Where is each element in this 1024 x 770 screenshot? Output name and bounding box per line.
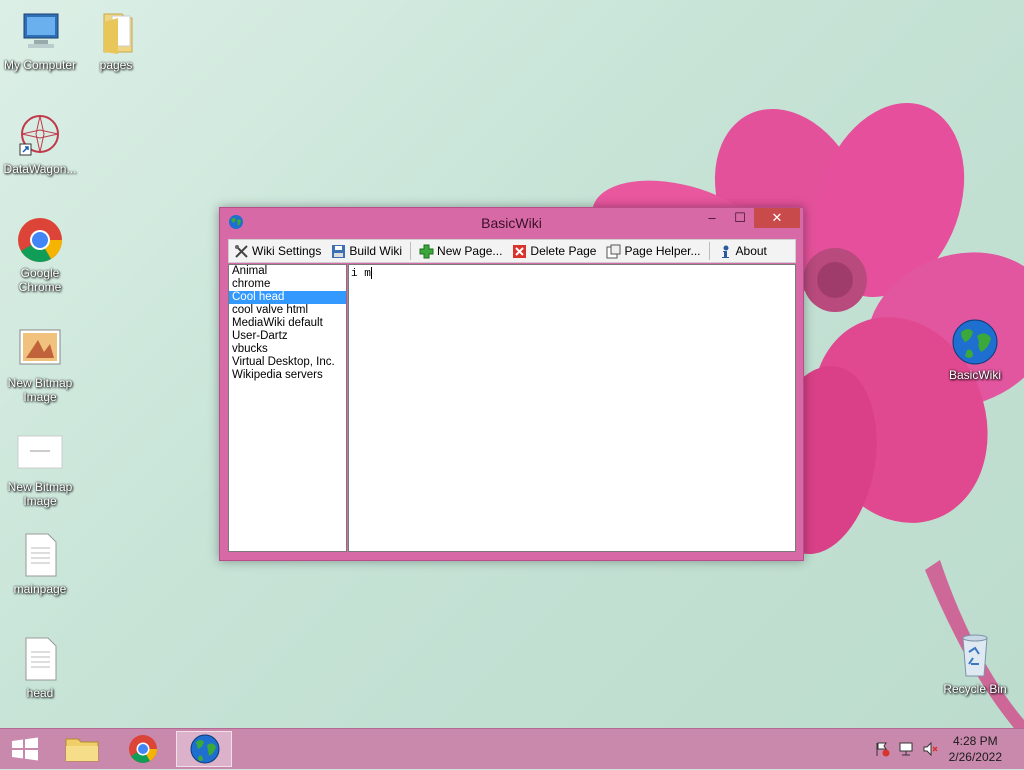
recycle-bin-icon (951, 632, 999, 680)
toolbar: Wiki Settings Build Wiki New Page... Del… (228, 239, 796, 263)
chrome-icon (129, 735, 157, 763)
desktop-icon-label: Recycle Bin (943, 682, 1007, 696)
page-list-item[interactable]: MediaWiki default (229, 317, 346, 330)
desktop-icon-recycle-bin[interactable]: Recycle Bin (935, 632, 1015, 696)
bitmap-image-icon (16, 430, 64, 478)
globe-icon (951, 318, 999, 366)
desktop-icon-label: mainpage (13, 582, 67, 596)
toolbar-separator (410, 242, 412, 260)
desktop-icon-label: pages (99, 58, 133, 72)
folder-icon (65, 738, 99, 762)
taskbar-basicwiki[interactable] (176, 731, 232, 767)
desktop-icon-new-bitmap-1[interactable]: New Bitmap Image (0, 326, 80, 404)
desktop-icon-my-computer[interactable]: My Computer (0, 8, 80, 72)
desktop-icon-label: Google Chrome (18, 266, 62, 294)
system-clock[interactable]: 4:28 PM 2/26/2022 (949, 733, 1002, 765)
page-list-item-selected[interactable]: Cool head (229, 291, 346, 304)
network-icon[interactable] (898, 741, 914, 757)
title-bar[interactable]: BasicWiki – ☐ ✕ (220, 208, 803, 238)
delete-icon (512, 244, 527, 259)
plus-icon (419, 244, 434, 259)
close-button[interactable]: ✕ (754, 208, 800, 228)
page-editor[interactable]: i m (348, 264, 796, 552)
desktop-icon-label: New Bitmap Image (7, 376, 73, 404)
action-center-flag-icon[interactable] (874, 741, 890, 757)
taskbar-chrome[interactable] (115, 731, 171, 767)
editor-text: i m (351, 267, 371, 280)
chrome-icon (16, 216, 64, 264)
delete-page-button[interactable]: Delete Page (507, 241, 601, 261)
page-list-item[interactable]: Wikipedia servers (229, 369, 346, 382)
info-icon (718, 244, 733, 259)
desktop-icon-label: DataWagon... (3, 162, 77, 176)
build-wiki-button[interactable]: Build Wiki (326, 241, 407, 261)
bitmap-image-icon (16, 326, 64, 374)
maximize-button[interactable]: ☐ (726, 208, 754, 228)
clock-time: 4:28 PM (952, 734, 998, 748)
page-list-item[interactable]: vbucks (229, 343, 346, 356)
save-icon (331, 244, 346, 259)
text-file-icon (16, 532, 64, 580)
desktop-icon-datawagon[interactable]: DataWagon... (0, 112, 80, 176)
page-helper-button[interactable]: Page Helper... (601, 241, 705, 261)
desktop-icon-google-chrome[interactable]: Google Chrome (0, 216, 80, 294)
desktop-icon-label: New Bitmap Image (7, 480, 73, 508)
taskbar-file-explorer[interactable] (54, 731, 110, 767)
windows-logo-icon (12, 737, 38, 761)
page-helper-icon (606, 244, 621, 259)
text-cursor (370, 267, 372, 279)
volume-muted-icon[interactable] (922, 741, 938, 757)
page-list-item[interactable]: chrome (229, 278, 346, 291)
page-list-item[interactable]: cool valve html (229, 304, 346, 317)
desktop-icon-head[interactable]: head (0, 636, 80, 700)
start-button[interactable] (0, 731, 50, 767)
desktop-icon-label: BasicWiki (948, 368, 1001, 382)
tools-icon (234, 244, 249, 259)
desktop-icon-pages-folder[interactable]: pages (76, 8, 156, 72)
desktop-icon-label: head (26, 686, 54, 700)
desktop-icon-new-bitmap-2[interactable]: New Bitmap Image (0, 430, 80, 508)
taskbar: 4:28 PM 2/26/2022 (0, 728, 1024, 769)
datawagon-shortcut-icon (16, 112, 64, 160)
page-list[interactable]: Animal chrome Cool head cool valve html … (228, 264, 347, 552)
desktop-icon-label: My Computer (3, 58, 77, 72)
basicwiki-window: BasicWiki – ☐ ✕ Wiki Settings Build Wiki… (219, 207, 804, 561)
desktop-icon-mainpage[interactable]: mainpage (0, 532, 80, 596)
toolbar-separator (708, 242, 710, 260)
clock-date: 2/26/2022 (948, 750, 1002, 764)
folder-icon (92, 8, 140, 56)
about-button[interactable]: About (713, 241, 772, 261)
page-list-item[interactable]: User-Dartz (229, 330, 346, 343)
minimize-button[interactable]: – (698, 208, 726, 228)
page-list-item[interactable]: Animal (229, 265, 346, 278)
globe-icon (190, 734, 220, 764)
wiki-settings-button[interactable]: Wiki Settings (229, 241, 326, 261)
page-list-item[interactable]: Virtual Desktop, Inc. (229, 356, 346, 369)
new-page-button[interactable]: New Page... (414, 241, 507, 261)
desktop-icon-basicwiki[interactable]: BasicWiki (935, 318, 1015, 382)
text-file-icon (16, 636, 64, 684)
computer-icon (16, 8, 64, 56)
